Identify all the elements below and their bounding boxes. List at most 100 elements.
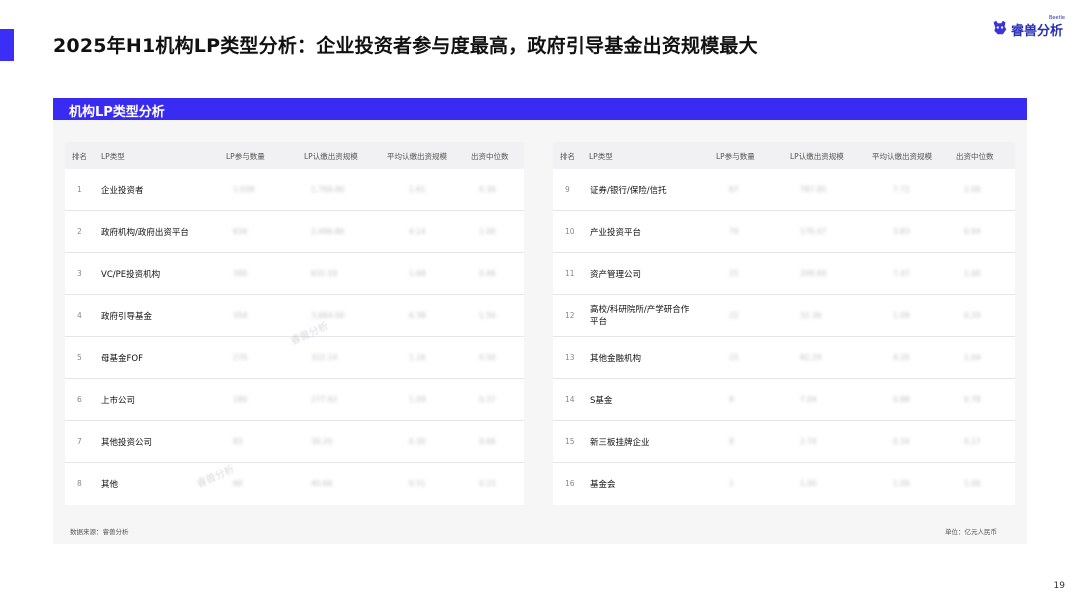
cell-lp-type: 基金会 [590, 480, 616, 490]
cell-avg: 4.14 [409, 227, 426, 236]
cell-avg: 1.09 [409, 395, 426, 404]
header-rank: 排名 [72, 152, 87, 161]
header-lp-median: 出资中位数 [471, 152, 509, 161]
cell-lp-type: 其他投资公司 [101, 438, 153, 448]
header-lp-avg: 平均认缴出资规模 [872, 152, 932, 161]
title-accent-bar [0, 29, 14, 61]
cell-count: 79 [729, 227, 739, 236]
cell-avg: 1.16 [409, 353, 426, 362]
cell-rank: 1 [77, 185, 82, 194]
bear-head-icon [993, 20, 1007, 35]
cell-count: 15 [729, 353, 739, 362]
cell-rank: 10 [565, 227, 575, 236]
cell-rank: 14 [565, 395, 575, 404]
cell-avg: 1.61 [409, 185, 426, 194]
table-row: 6 上市公司 180 277.62 1.09 0.37 [65, 379, 524, 421]
cell-count: 60 [233, 479, 243, 488]
cell-avg: 4.20 [893, 353, 910, 362]
cell-total: 170.47 [800, 227, 827, 236]
cell-count: 8 [729, 395, 734, 404]
cell-count: 634 [233, 227, 248, 236]
cell-count: 83 [233, 437, 243, 446]
panel-title: 机构LP类型分析 [69, 105, 165, 120]
cell-median: 1.00 [964, 479, 981, 488]
cell-rank: 15 [565, 437, 575, 446]
cell-count: 180 [233, 395, 248, 404]
cell-rank: 11 [565, 269, 575, 278]
cell-avg: 0.34 [893, 437, 910, 446]
cell-rank: 4 [77, 311, 82, 320]
source-note: 数据来源：睿兽分析 [70, 528, 129, 536]
cell-total: 277.62 [311, 395, 338, 404]
header-rank: 排名 [560, 152, 575, 161]
cell-lp-type: 证券/银行/保险/信托 [590, 186, 667, 196]
panel-header: 机构LP类型分析 [53, 98, 1027, 120]
cell-median: 2.00 [964, 185, 981, 194]
cell-rank: 6 [77, 395, 82, 404]
cell-rank: 7 [77, 437, 82, 446]
cell-median: 0.15 [479, 479, 496, 488]
cell-count: 1 [729, 479, 734, 488]
header-lp-count: LP参与数量 [226, 152, 265, 161]
cell-total: 40.66 [311, 479, 333, 488]
cell-total: 209.69 [800, 269, 827, 278]
cell-count: 25 [729, 269, 739, 278]
cell-avg: 7.72 [893, 185, 910, 194]
cell-avg: 0.88 [893, 395, 910, 404]
unit-note: 单位：亿元人民币 [945, 528, 997, 536]
cell-lp-type: 高校/科研院所/产学研合作平台 [590, 305, 690, 327]
table-row: 11 资产管理公司 25 209.69 7.47 1.00 [553, 253, 1015, 295]
table-row: 13 其他金融机构 15 82.29 4.20 1.04 [553, 337, 1015, 379]
table-row: 2 政府机构/政府出资平台 634 2,496.86 4.14 1.00 [65, 211, 524, 253]
table-row: 16 基金会 1 1.00 1.00 1.00 [553, 463, 1015, 505]
brand-logo: 睿兽分析 Beetle [991, 15, 1067, 41]
cell-total: 32.36 [800, 311, 822, 320]
cell-median: 0.46 [479, 269, 496, 278]
cell-avg: 6.38 [409, 311, 426, 320]
cell-avg: 7.47 [893, 269, 910, 278]
cell-median: 1.00 [964, 269, 981, 278]
table-row: 1 企业投资者 1,038 1,769.90 1.61 0.30 [65, 169, 524, 211]
cell-avg: 3.83 [893, 227, 910, 236]
cell-lp-type: 上市公司 [101, 396, 136, 406]
cell-count: 8 [729, 437, 734, 446]
cell-lp-type: 资产管理公司 [590, 270, 642, 280]
cell-median: 0.17 [964, 437, 981, 446]
cell-total: 1.00 [800, 479, 817, 488]
cell-median: 0.06 [479, 437, 496, 446]
cell-total: 2,496.86 [311, 227, 345, 236]
cell-lp-type: 其他 [101, 480, 119, 490]
cell-avg: 1.68 [409, 269, 426, 278]
cell-count: 22 [729, 311, 739, 320]
header-lp-type: LP类型 [589, 152, 613, 161]
table-header: 排名 LP类型 LP参与数量 LP认缴出资规模 平均认缴出资规模 出资中位数 [65, 142, 524, 169]
table-row: 15 新三板挂牌企业 8 2.74 0.34 0.17 [553, 421, 1015, 463]
cell-total: 2.74 [800, 437, 817, 446]
left-table: 排名 LP类型 LP参与数量 LP认缴出资规模 平均认缴出资规模 出资中位数 1… [65, 142, 524, 505]
header-lp-avg: 平均认缴出资规模 [387, 152, 447, 161]
cell-median: 0.94 [964, 227, 981, 236]
cell-rank: 8 [77, 479, 82, 488]
cell-rank: 2 [77, 227, 82, 236]
cell-count: 354 [233, 311, 248, 320]
cell-median: 1.50 [479, 311, 496, 320]
cell-avg: 0.51 [409, 479, 426, 488]
cell-total: 82.29 [800, 353, 822, 362]
cell-total: 7.04 [800, 395, 817, 404]
cell-rank: 3 [77, 269, 82, 278]
header-lp-type: LP类型 [101, 152, 125, 161]
page-title: 2025年H1机构LP类型分析：企业投资者参与度最高，政府引导基金出资规模最大 [53, 35, 758, 57]
table-row: 8 其他 60 40.66 0.51 0.15 [65, 463, 524, 505]
cell-avg: 1.00 [893, 479, 910, 488]
cell-avg: 1.09 [893, 311, 910, 320]
table-row: 12 高校/科研院所/产学研合作平台 22 32.36 1.09 0.20 [553, 295, 1015, 337]
header-lp-median: 出资中位数 [956, 152, 994, 161]
cell-total: 632.59 [311, 269, 338, 278]
cell-total: 322.14 [311, 353, 338, 362]
cell-lp-type: 母基金FOF [101, 354, 143, 364]
cell-median: 0.50 [479, 353, 496, 362]
header-lp-count: LP参与数量 [716, 152, 755, 161]
cell-rank: 13 [565, 353, 575, 362]
table-row: 9 证券/银行/保险/信托 67 787.85 7.72 2.00 [553, 169, 1015, 211]
cell-lp-type: 政府引导基金 [101, 312, 153, 322]
